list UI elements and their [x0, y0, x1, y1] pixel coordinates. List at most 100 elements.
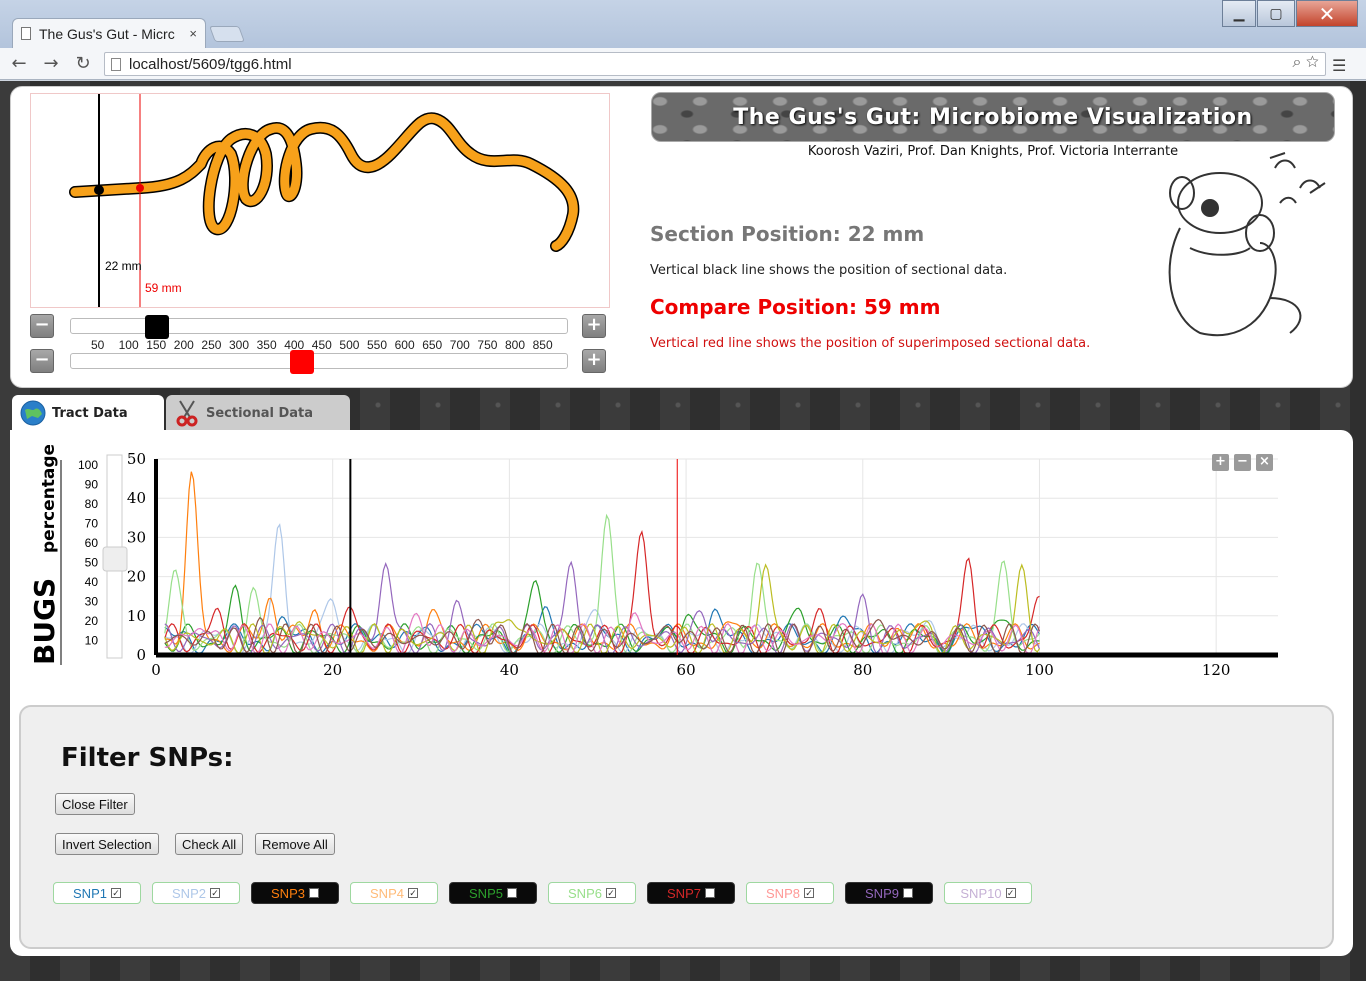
snp-label: SNP1 [73, 885, 107, 901]
compare-minus-button[interactable]: − [30, 349, 54, 373]
y-tick-label: 30 [127, 528, 146, 546]
close-window-button[interactable]: ✕ [1296, 0, 1358, 27]
zoom-star-icons[interactable]: ⌕ ☆ [1293, 54, 1319, 72]
section-slider-row: − + [30, 311, 610, 341]
snp-label: SNP9 [865, 885, 899, 901]
remove-all-button[interactable]: Remove All [255, 833, 335, 855]
close-filter-button[interactable]: Close Filter [55, 793, 135, 815]
section-minus-button[interactable]: − [30, 314, 54, 338]
snp-checkbox[interactable]: ✓ [803, 888, 814, 898]
back-icon[interactable]: ← [6, 53, 32, 74]
url-text: localhost/5609/tgg6.html [129, 55, 292, 73]
tab-tract-data[interactable]: Tract Data [12, 395, 164, 431]
page-icon [21, 27, 31, 40]
snp-checkbox[interactable] [308, 888, 319, 898]
snp-filter-snp7[interactable]: SNP7 [647, 882, 735, 904]
bugs-chart[interactable]: 100908070605040302010 BUGS percentage 02… [20, 445, 1320, 695]
snp-checkbox[interactable] [704, 888, 715, 898]
zoom-tick-label: 20 [85, 614, 99, 628]
section-slider-handle[interactable] [145, 315, 170, 339]
section-position: Section Position: 22 mm [650, 222, 925, 246]
snp-filter-snp4[interactable]: SNP4 ✓ [350, 882, 438, 904]
minimize-button[interactable]: ▁ [1222, 0, 1256, 27]
snp-filter-snp9[interactable]: SNP9 [845, 882, 933, 904]
zoom-tick-label: 90 [85, 478, 99, 492]
tab-tract-label: Tract Data [52, 405, 128, 421]
snp-label: SNP6 [568, 885, 602, 901]
window-titlebar: The Gus's Gut - Micrc × ▁ ▢ ✕ [0, 0, 1366, 48]
chart-close-button[interactable]: × [1256, 454, 1273, 471]
address-bar[interactable]: localhost/5609/tgg6.html ⌕ ☆ [104, 52, 1326, 76]
y-axis-title: BUGS percentage [28, 445, 61, 665]
check-all-button[interactable]: Check All [175, 833, 244, 855]
invert-selection-button[interactable]: Invert Selection [55, 833, 159, 855]
tab-close-icon[interactable]: × [189, 26, 197, 41]
zoom-tick-label: 30 [85, 595, 99, 609]
chart-grid [155, 458, 1278, 656]
zoom-tick-label: 10 [85, 634, 99, 648]
x-tick-label: 40 [500, 661, 519, 679]
section-plus-button[interactable]: + [582, 314, 606, 338]
new-tab-button[interactable] [209, 26, 245, 42]
compare-plus-button[interactable]: + [582, 349, 606, 373]
snp-label: SNP10 [960, 885, 1002, 901]
tab-sectional-label: Sectional Data [206, 405, 314, 421]
snp-checkbox[interactable] [506, 888, 517, 898]
chart-series [164, 471, 1041, 654]
snp-label: SNP4 [370, 885, 404, 901]
snp-checkbox[interactable] [902, 888, 913, 898]
zoom-tick-label: 50 [85, 556, 99, 570]
maximize-button[interactable]: ▢ [1257, 0, 1295, 27]
snp-label: SNP7 [667, 885, 701, 901]
snp-checkbox[interactable]: ✓ [209, 888, 220, 898]
tract-view[interactable]: 22 mm 59 mm [30, 93, 610, 308]
chart-collapse-button[interactable]: − [1234, 454, 1251, 471]
y-tick-label: 20 [127, 568, 146, 586]
tab-sectional-data[interactable]: Sectional Data [166, 395, 350, 431]
zoom-tick-label: 100 [78, 458, 98, 472]
series-line [164, 579, 1040, 654]
x-tick-label: 20 [323, 661, 342, 679]
snp-filter-snp2[interactable]: SNP2 ✓ [152, 882, 240, 904]
scissors-icon [176, 400, 198, 427]
section-slider-track[interactable] [70, 315, 568, 339]
zoom-slider-handle[interactable] [102, 546, 128, 572]
snp-filter-snp8[interactable]: SNP8 ✓ [746, 882, 834, 904]
gut-tract-svg: 22 mm 59 mm [69, 94, 580, 307]
zoom-axis: 100 90 80 70 60 50 40 30 20 10 [78, 458, 98, 648]
compare-slider-track[interactable] [70, 350, 568, 374]
snp-filter-snp3[interactable]: SNP3 [251, 882, 339, 904]
browser-tab[interactable]: The Gus's Gut - Micrc × [12, 18, 206, 48]
chart-expand-button[interactable]: + [1212, 454, 1229, 471]
snp-checkbox[interactable]: ✓ [1005, 888, 1016, 898]
filter-title: Filter SNPs: [61, 743, 234, 773]
snp-checkbox[interactable]: ✓ [605, 888, 616, 898]
snp-filter-snp1[interactable]: SNP1 ✓ [53, 882, 141, 904]
compare-marker [136, 184, 144, 192]
compare-description: Vertical red line shows the position of … [650, 336, 1091, 351]
chart-window-controls: + − × [1212, 454, 1273, 471]
section-label: 22 mm [105, 259, 142, 273]
filter-panel: Filter SNPs: Close Filter Invert Selecti… [19, 705, 1334, 949]
snp-filter-snp10[interactable]: SNP10 ✓ [944, 882, 1032, 904]
y-tick-label: 0 [136, 646, 146, 664]
snp-checkbox[interactable]: ✓ [407, 888, 418, 898]
snp-filter-snp6[interactable]: SNP6 ✓ [548, 882, 636, 904]
compare-label: 59 mm [145, 281, 182, 295]
snp-label: SNP8 [766, 885, 800, 901]
forward-icon[interactable]: → [38, 53, 64, 74]
y-axis-title-sub: percentage [39, 445, 59, 553]
section-marker [94, 185, 104, 195]
x-tick-label: 120 [1202, 661, 1231, 679]
gut-tract-outline [69, 112, 580, 252]
tab-title: The Gus's Gut - Micrc [39, 25, 175, 42]
compare-slider-handle[interactable] [290, 350, 315, 374]
menu-icon[interactable]: ☰ [1332, 56, 1346, 75]
snp-checkbox[interactable]: ✓ [110, 888, 121, 898]
globe-icon [20, 400, 46, 426]
snp-label: SNP2 [172, 885, 206, 901]
snp-filter-snp5[interactable]: SNP5 [449, 882, 537, 904]
reload-icon[interactable]: ↻ [70, 53, 96, 74]
page-title: The Gus's Gut: Microbiome Visualization [651, 92, 1335, 142]
chart-axes: 0 20 40 60 80 100 120 0 10 20 30 40 50 [127, 450, 1278, 679]
